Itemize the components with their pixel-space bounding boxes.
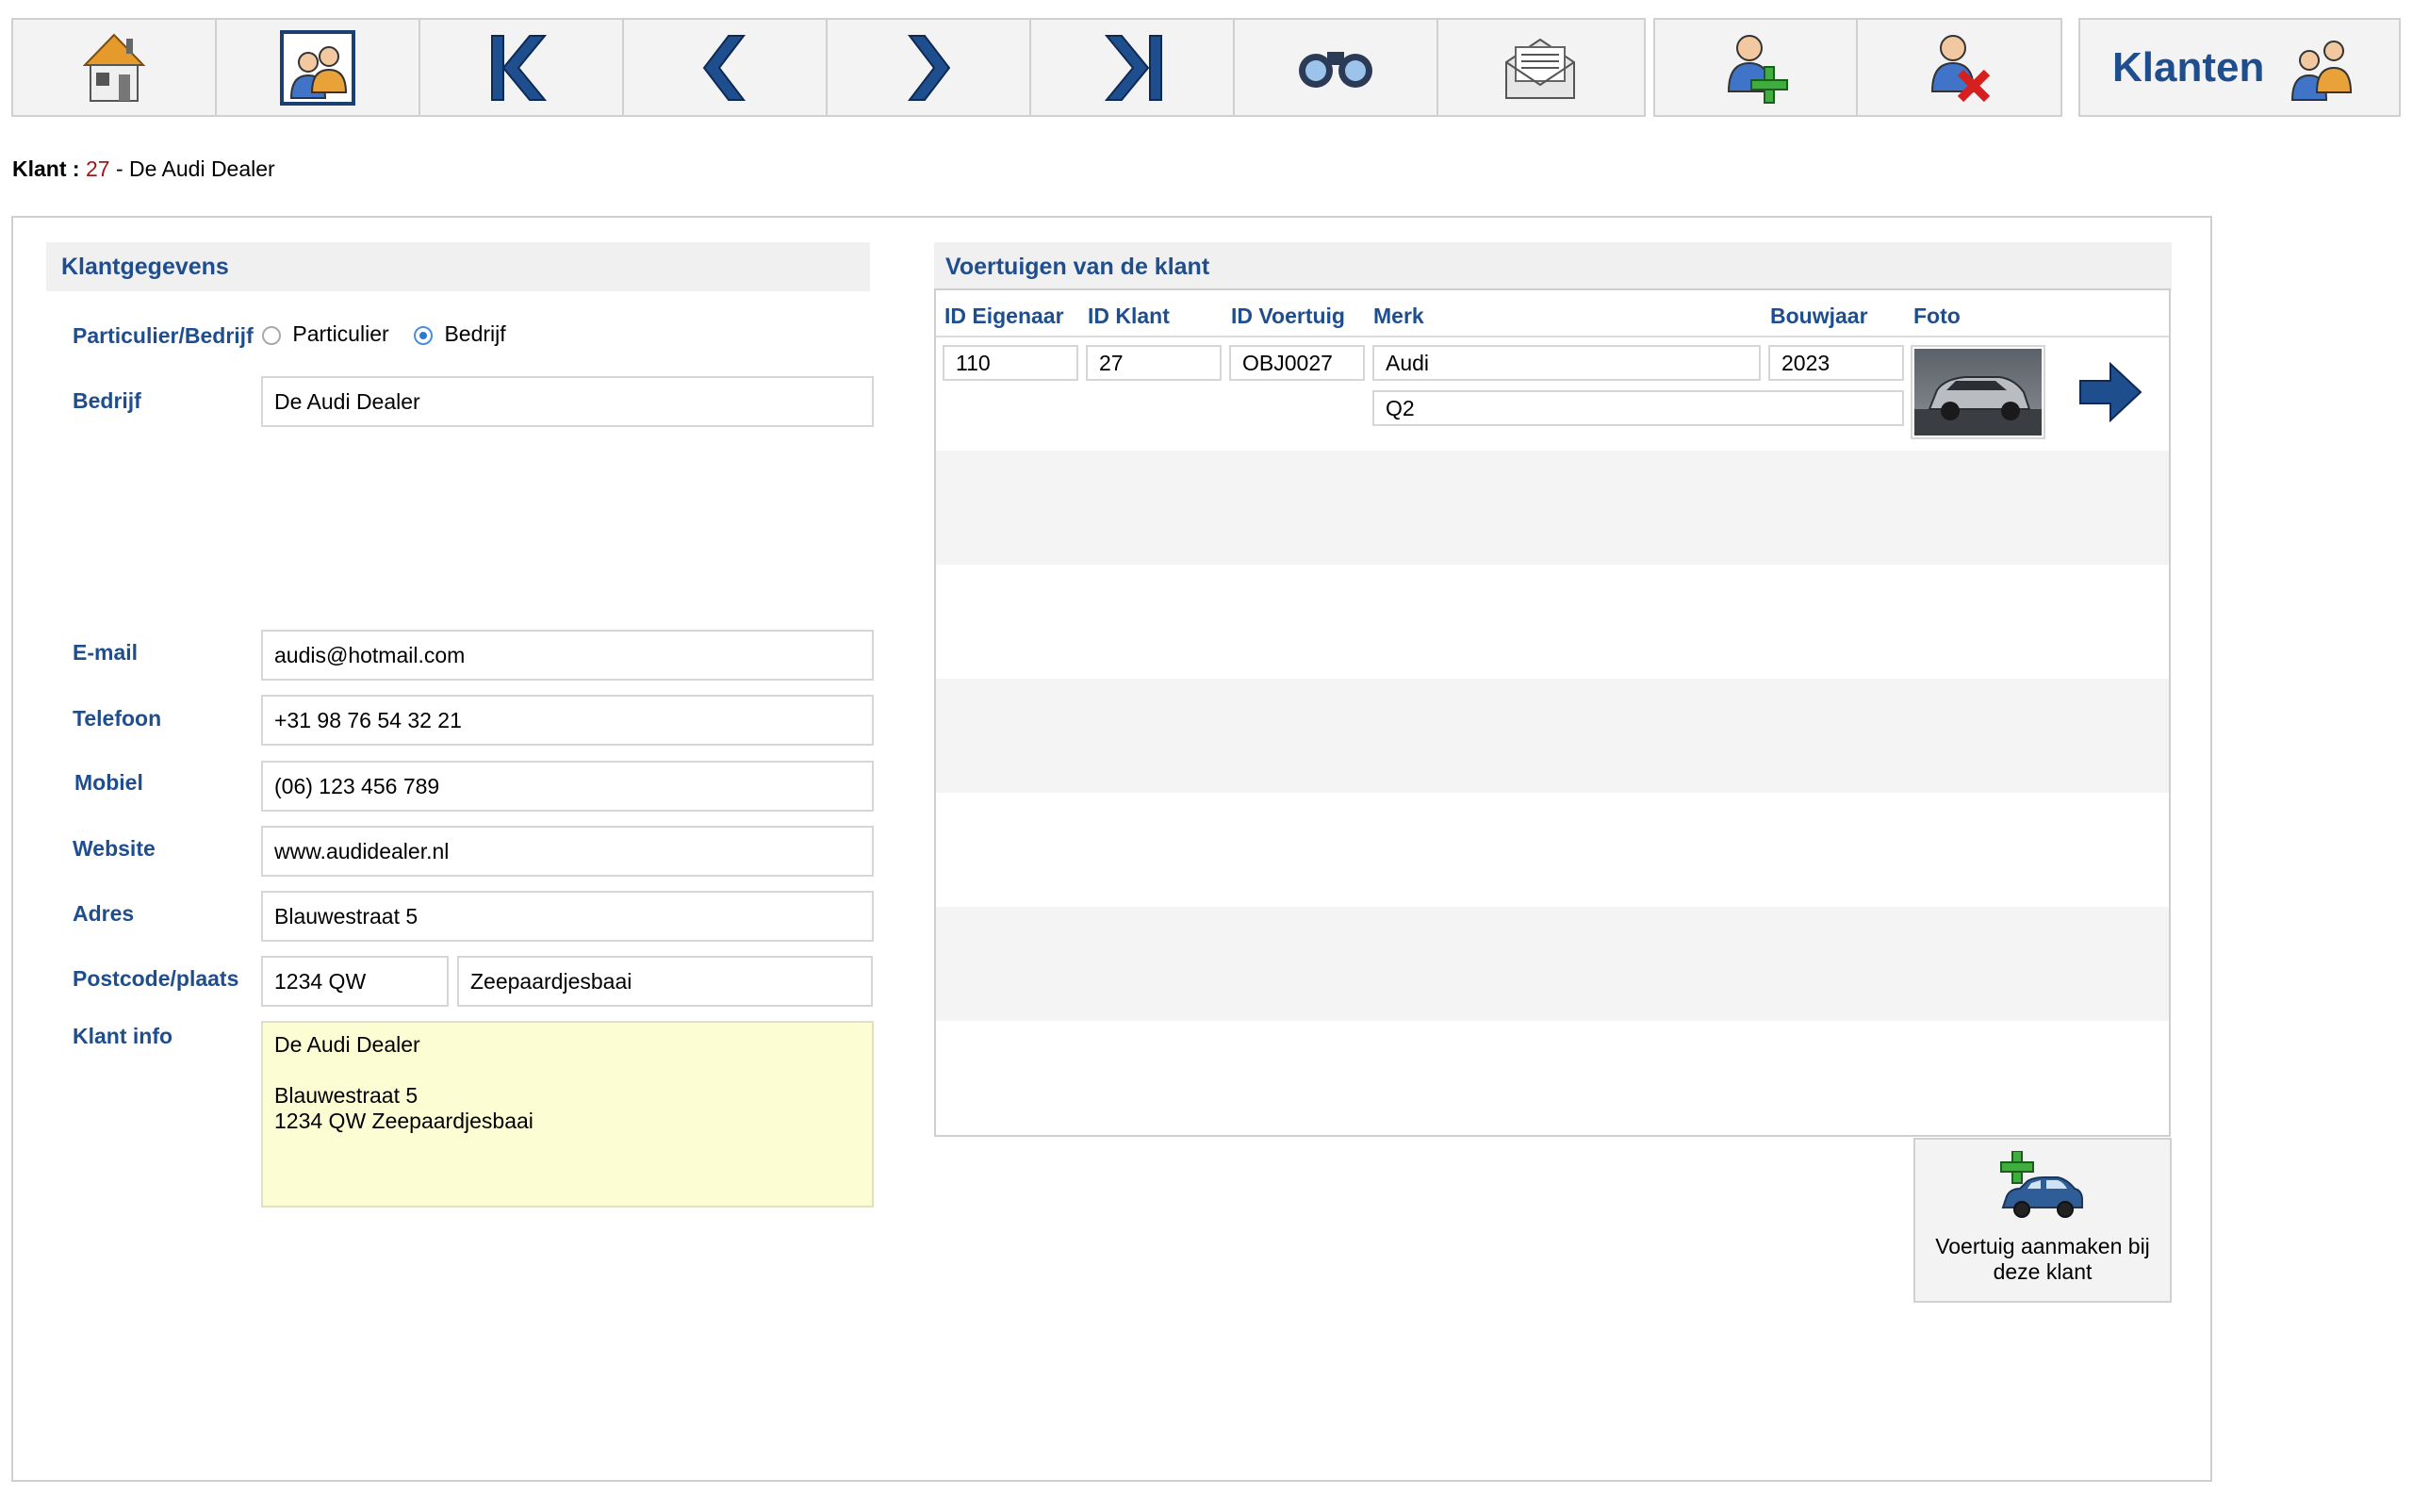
module-header: Klanten xyxy=(2078,18,2401,117)
delete-customer-button[interactable] xyxy=(1858,20,2060,115)
empty-row xyxy=(936,679,2169,793)
mail-icon xyxy=(1505,38,1575,99)
previous-record-button[interactable] xyxy=(624,20,828,115)
company-label: Bedrijf xyxy=(73,388,141,413)
vehicle-photo[interactable] xyxy=(1911,345,2045,439)
next-record-icon xyxy=(907,34,951,101)
add-vehicle-button[interactable]: Voertuig aanmaken bij deze klant xyxy=(1913,1138,2172,1303)
breadcrumb-label: Klant : xyxy=(12,156,80,181)
customer-actions-toolbar xyxy=(1653,18,2062,117)
col-id-vehicle: ID Voertuig xyxy=(1231,304,1345,328)
first-record-button[interactable] xyxy=(420,20,624,115)
company-field[interactable]: De Audi Dealer xyxy=(261,376,874,427)
add-vehicle-label: Voertuig aanmaken bij deze klant xyxy=(1935,1234,2150,1284)
delete-customer-icon xyxy=(1930,34,1990,102)
home-button[interactable] xyxy=(13,20,217,115)
website-field[interactable]: www.audidealer.nl xyxy=(261,826,874,877)
type-label: Particulier/Bedrijf xyxy=(73,323,254,348)
breadcrumb: Klant : 27 - De Audi Dealer xyxy=(12,156,275,182)
phone-field[interactable]: +31 98 76 54 32 21 xyxy=(261,695,874,746)
postcode-label: Postcode/plaats xyxy=(73,966,239,991)
mail-button[interactable] xyxy=(1438,20,1642,115)
cell-year[interactable]: 2023 xyxy=(1768,345,1904,381)
car-photo-icon xyxy=(1914,349,2042,436)
email-field[interactable]: audis@hotmail.com xyxy=(261,630,874,681)
first-record-icon xyxy=(491,34,548,101)
customers-icon xyxy=(2291,40,2353,101)
col-year: Bouwjaar xyxy=(1770,304,1868,328)
next-record-button[interactable] xyxy=(828,20,1031,115)
radio-particulier-label: Particulier xyxy=(292,321,389,346)
customer-name: De Audi Dealer xyxy=(129,156,275,181)
add-customer-button[interactable] xyxy=(1655,20,1858,115)
col-id-customer: ID Klant xyxy=(1088,304,1170,328)
radio-particulier[interactable] xyxy=(262,325,281,345)
col-brand: Merk xyxy=(1373,304,1424,328)
address-label: Adres xyxy=(73,901,135,926)
cell-id-customer[interactable]: 27 xyxy=(1086,345,1222,381)
customers-icon xyxy=(280,29,355,106)
mobile-label: Mobiel xyxy=(74,770,143,795)
customers-button[interactable] xyxy=(217,20,420,115)
city-field[interactable]: Zeepaardjesbaai xyxy=(457,956,873,1007)
module-title: Klanten xyxy=(2112,43,2265,90)
customer-info-label: Klant info xyxy=(73,1024,173,1048)
vehicles-table: ID Eigenaar ID Klant ID Voertuig Merk Bo… xyxy=(934,288,2171,1137)
arrow-right-icon xyxy=(2079,361,2142,423)
type-radio-group: Particulier Bedrijf xyxy=(262,321,506,347)
customer-panel: Klantgegevens Particulier/Bedrijf Partic… xyxy=(11,216,2212,1482)
vehicles-header: Voertuigen van de klant xyxy=(934,242,2172,291)
empty-row xyxy=(936,451,2169,565)
open-vehicle-button[interactable] xyxy=(2078,360,2142,429)
customer-details-header: Klantgegevens xyxy=(46,242,870,291)
cell-model[interactable]: Q2 xyxy=(1372,390,1904,426)
postcode-field[interactable]: 1234 QW xyxy=(261,956,449,1007)
radio-bedrijf-label: Bedrijf xyxy=(444,321,506,346)
breadcrumb-separator: - xyxy=(115,156,123,181)
phone-label: Telefoon xyxy=(73,706,162,731)
add-car-icon xyxy=(2000,1150,2083,1218)
empty-row xyxy=(936,907,2169,1021)
cell-brand[interactable]: Audi xyxy=(1372,345,1761,381)
customer-info-field[interactable]: De Audi Dealer Blauwestraat 5 1234 QW Ze… xyxy=(261,1021,874,1208)
radio-bedrijf[interactable] xyxy=(414,325,434,345)
cell-id-owner[interactable]: 110 xyxy=(943,345,1078,381)
last-record-button[interactable] xyxy=(1031,20,1235,115)
previous-record-icon xyxy=(702,34,747,101)
main-toolbar xyxy=(11,18,1646,117)
cell-id-vehicle[interactable]: OBJ0027 xyxy=(1229,345,1365,381)
search-button[interactable] xyxy=(1235,20,1438,115)
customer-id: 27 xyxy=(85,156,110,181)
add-customer-icon xyxy=(1727,34,1788,104)
mobile-field[interactable]: (06) 123 456 789 xyxy=(261,761,874,812)
email-label: E-mail xyxy=(73,640,139,665)
binoculars-icon xyxy=(1299,51,1372,88)
address-field[interactable]: Blauwestraat 5 xyxy=(261,891,874,942)
last-record-icon xyxy=(1104,34,1162,101)
website-label: Website xyxy=(73,836,156,861)
col-id-owner: ID Eigenaar xyxy=(944,304,1064,328)
home-icon xyxy=(82,33,146,102)
col-photo: Foto xyxy=(1913,304,1961,328)
header-divider xyxy=(936,336,2169,337)
